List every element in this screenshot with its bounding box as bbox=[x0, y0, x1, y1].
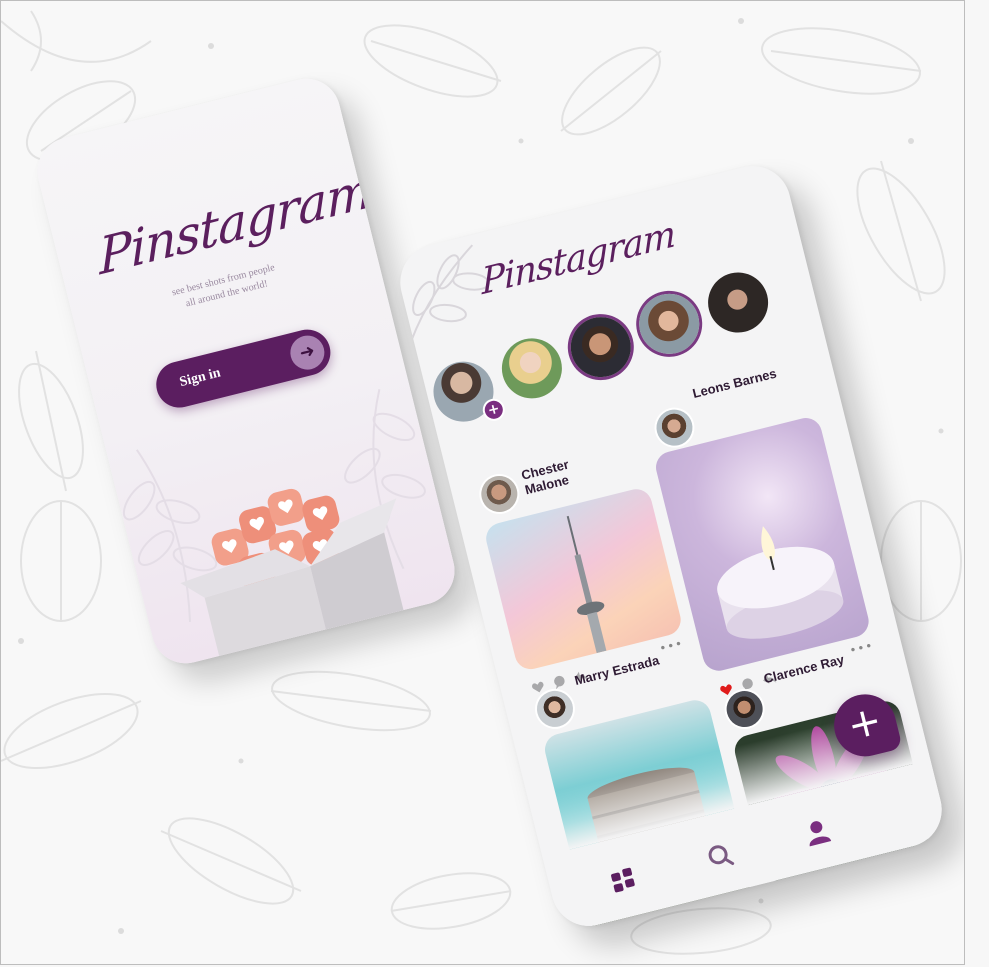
post-avatar-leons[interactable] bbox=[652, 405, 697, 450]
story-avatar-4[interactable] bbox=[632, 287, 706, 361]
post-image-candle[interactable] bbox=[652, 414, 873, 675]
arrow-right-icon: ➜ bbox=[286, 331, 328, 374]
grid-icon[interactable] bbox=[608, 865, 640, 897]
post-author-marry[interactable]: Marry Estrada bbox=[573, 652, 664, 689]
candle-illustration bbox=[717, 526, 844, 639]
story-avatar-3[interactable] bbox=[564, 310, 638, 384]
story-avatar-2[interactable] bbox=[495, 332, 569, 405]
post-avatar-chester[interactable] bbox=[477, 472, 522, 516]
post-author-chester[interactable]: Chester Malone bbox=[520, 447, 615, 498]
sign-in-label: Sign in bbox=[178, 365, 223, 391]
canvas: Pinstagram see best shots from people al… bbox=[0, 0, 965, 965]
post-more-button[interactable]: ••• bbox=[848, 638, 875, 657]
post-more-button[interactable]: ••• bbox=[658, 636, 685, 655]
app-logo: Pinstagram bbox=[480, 213, 676, 304]
profile-icon[interactable] bbox=[802, 816, 834, 848]
story-avatar-5[interactable] bbox=[701, 266, 775, 339]
post-image-tower[interactable] bbox=[482, 485, 685, 673]
search-icon[interactable] bbox=[705, 840, 737, 872]
comment-icon[interactable] bbox=[551, 674, 568, 691]
tower-illustration bbox=[566, 515, 607, 654]
